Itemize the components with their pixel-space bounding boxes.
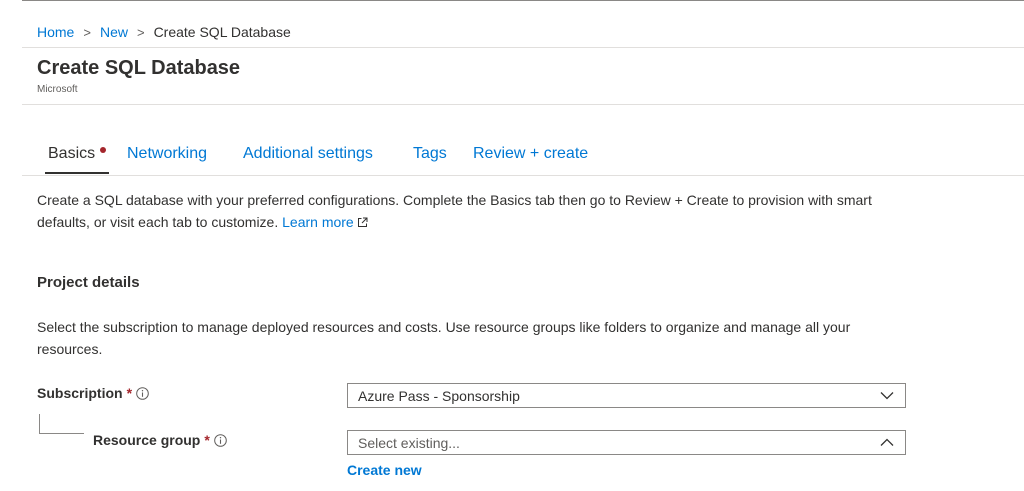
tab-additional-settings[interactable]: Additional settings: [243, 144, 373, 174]
tab-label: Review + create: [473, 145, 589, 162]
field-label-text: Resource group: [93, 432, 201, 448]
external-link-icon: [357, 217, 368, 227]
tab-networking[interactable]: Networking: [127, 144, 207, 174]
required-asterisk: *: [204, 432, 210, 448]
tab-basics[interactable]: Basics: [44, 144, 110, 174]
breadcrumb-current: Create SQL Database: [153, 24, 291, 40]
section-description: Select the subscription to manage deploy…: [37, 319, 851, 357]
tab-label: Networking: [127, 145, 208, 162]
tab-tags[interactable]: Tags: [413, 144, 447, 174]
info-icon[interactable]: [214, 434, 227, 447]
intro-body: Create a SQL database with your preferre…: [37, 192, 872, 230]
section-title-project-details: Project details: [37, 274, 140, 291]
resource-group-label: Resource group *: [93, 432, 227, 448]
resource-group-placeholder: Select existing...: [358, 435, 460, 451]
intro-text: Create a SQL database with your preferre…: [37, 189, 877, 233]
tab-label: Basics: [48, 145, 96, 162]
info-icon[interactable]: [136, 387, 149, 400]
divider: [22, 47, 1024, 48]
resource-group-dropdown[interactable]: Select existing...: [347, 430, 906, 455]
breadcrumb-separator: >: [136, 25, 145, 40]
tree-connector: [39, 433, 84, 434]
required-indicator-dot: [100, 147, 107, 153]
field-label-text: Subscription: [37, 385, 123, 401]
breadcrumb: Home > New > Create SQL Database: [37, 24, 291, 40]
breadcrumb-new[interactable]: New: [100, 24, 128, 40]
page-title: Create SQL Database: [37, 57, 241, 79]
chevron-up-icon: [880, 438, 894, 446]
divider: [22, 104, 1024, 105]
breadcrumb-separator: >: [83, 25, 91, 40]
subscription-label: Subscription *: [37, 385, 149, 401]
tree-connector: [39, 414, 40, 433]
chevron-down-icon: [880, 392, 894, 400]
tabs-divider: [22, 175, 1024, 176]
subscription-dropdown[interactable]: Azure Pass - Sponsorship: [347, 383, 906, 408]
create-new-link[interactable]: Create new: [347, 462, 422, 478]
tab-review-create[interactable]: Review + create: [473, 144, 588, 174]
required-asterisk: *: [126, 385, 133, 401]
tab-label: Tags: [413, 145, 447, 162]
breadcrumb-home[interactable]: Home: [37, 24, 74, 40]
subscription-value: Azure Pass - Sponsorship: [358, 388, 520, 404]
page-subtitle: Microsoft: [37, 84, 78, 95]
top-border: [22, 0, 1024, 1]
learn-more-link[interactable]: Learn more: [282, 214, 354, 230]
tab-label: Additional settings: [243, 145, 373, 162]
